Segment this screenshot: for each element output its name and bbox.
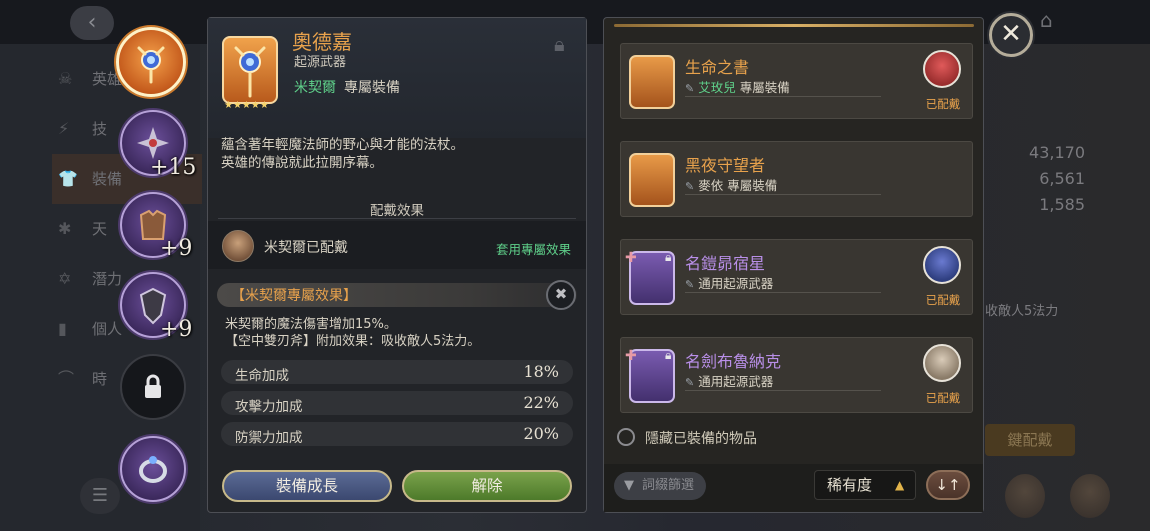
divider <box>614 24 974 27</box>
back-arrow-icon[interactable]: ‹ <box>70 6 114 40</box>
ring-icon <box>139 456 167 483</box>
list-item[interactable]: 生命之書 ✎ 艾玫兒 專屬裝備 已配戴 <box>620 43 973 119</box>
stat-row: 生命加成 18% <box>221 360 573 384</box>
weapon-tag-icon: ✎ <box>685 180 695 193</box>
hero-avatar <box>923 50 961 88</box>
effect-section-title: 配戴效果 <box>370 203 424 219</box>
exclusive-effect-title: 【米契爾專屬效果】 <box>231 288 357 304</box>
affix-filter-button[interactable]: ▼ 詞綴篩選 <box>614 472 706 500</box>
home-icon[interactable]: ⌂ <box>1040 8 1053 32</box>
unequip-button[interactable]: 解除 <box>402 470 572 502</box>
item-owner: 米契爾 <box>294 80 336 96</box>
background-effect-text: 收敵人5法力 <box>985 304 1059 319</box>
slot-level: +15 <box>150 155 197 180</box>
slot-level: +9 <box>160 317 193 342</box>
hero-avatar[interactable] <box>1070 474 1110 518</box>
divider <box>218 218 576 219</box>
close-icon: ✕ <box>1000 19 1022 49</box>
list-icon[interactable]: ☰ <box>80 478 120 514</box>
item-icon <box>222 36 278 104</box>
exclusive-effect-bar: 【米契爾專屬效果】 <box>217 283 577 307</box>
crosshair-icon: ✚ <box>625 250 637 266</box>
list-item[interactable]: 黑夜守望者 ✎ 麥依 專屬裝備 <box>620 141 973 217</box>
apply-exclusive-link[interactable]: 套用專屬效果 <box>496 239 571 258</box>
hero-avatar <box>222 230 254 262</box>
hanger-icon: ⌒ <box>58 369 75 388</box>
weapon-tag-icon: ✎ <box>685 82 695 95</box>
shirt-icon: 👕 <box>58 169 78 188</box>
staff-slot[interactable] <box>116 27 186 97</box>
hero-avatar <box>923 246 961 284</box>
sort-order-button[interactable]: ↓↑ <box>926 470 970 500</box>
divider <box>685 390 881 391</box>
item-type: 起源武器 <box>294 55 347 70</box>
exclusive-effect-desc: 米契爾的魔法傷害增加15%。 【空中雙刃斧】附加效果：吸收敵人5法力。 <box>225 317 481 349</box>
lock-icon[interactable]: 🔒︎ <box>554 32 565 56</box>
locked-slot[interactable] <box>120 354 186 420</box>
stat-row: 攻擊力加成 22% <box>221 391 573 415</box>
staff-icon <box>137 46 165 84</box>
item-description: 蘊含著年輕魔法師的野心與才能的法杖。 英雄的傳說就此拉開序幕。 <box>221 137 464 171</box>
stat-row: 防禦力加成 20% <box>221 422 573 446</box>
staff-icon <box>234 46 266 98</box>
equipment-growth-button[interactable]: 裝備成長 <box>222 470 392 502</box>
item-header: ★★★★★ 奧德嘉 起源武器 米契爾 專屬裝備 🔒︎ <box>208 18 586 138</box>
scythe-icon <box>629 153 675 207</box>
lock-icon: 🔒︎ <box>665 348 672 362</box>
lock-icon <box>145 374 161 398</box>
slot-level: +9 <box>160 236 193 261</box>
radio-button[interactable] <box>617 428 635 446</box>
hero-avatar[interactable] <box>1005 474 1045 518</box>
equipped-text: 米契爾已配戴 <box>264 240 348 256</box>
equipment-list-panel: 生命之書 ✎ 艾玫兒 專屬裝備 已配戴 黑夜守望者 ✎ 麥依 專屬裝備 ✚ 🔒︎ 名… <box>603 17 984 513</box>
hide-equipped-label: 隱藏已裝備的物品 <box>645 431 757 447</box>
list-toolbar: ▼ 詞綴篩選 稀有度 ▲ ↓↑ <box>604 464 983 512</box>
book-icon: ▮ <box>58 319 67 338</box>
skull-icon: ☠ <box>58 69 73 88</box>
equipped-label: 已配戴 <box>925 97 961 111</box>
equipped-label: 已配戴 <box>925 391 961 405</box>
rarity-stars: ★★★★★ <box>224 100 269 111</box>
star-icon: ✱ <box>58 219 72 238</box>
equipped-row: 米契爾已配戴 套用專屬效果 <box>208 221 586 269</box>
lock-icon: 🔒︎ <box>665 250 672 264</box>
divider <box>685 96 881 97</box>
list-item[interactable]: ✚ 🔒︎ 名劍布魯納克 ✎ 通用起源武器 已配戴 <box>620 337 973 413</box>
ring-slot[interactable] <box>120 436 186 502</box>
crosshair-icon: ✚ <box>625 348 637 364</box>
filter-icon: ▼ <box>624 478 634 493</box>
chevron-up-icon: ▲ <box>895 478 905 492</box>
divider <box>685 292 881 293</box>
item-detail-panel: ★★★★★ 奧德嘉 起源武器 米契爾 專屬裝備 🔒︎ 蘊含著年輕魔法師的野心與才… <box>207 17 587 513</box>
equipped-label: 已配戴 <box>925 293 961 307</box>
weapon-tag-icon: ✎ <box>685 376 695 389</box>
item-owner-suffix: 專屬裝備 <box>344 80 400 96</box>
list-item[interactable]: ✚ 🔒︎ 名鎧昴宿星 ✎ 通用起源武器 已配戴 <box>620 239 973 315</box>
book-icon <box>629 55 675 109</box>
close-button[interactable]: ✕ <box>989 13 1033 57</box>
hero-stats: 43,170 6,561 1,585 <box>1029 143 1085 214</box>
bolt-icon: ⚡ <box>58 119 70 138</box>
auto-equip-button[interactable]: 鍵配戴 <box>985 424 1075 456</box>
weapon-tag-icon: ✎ <box>685 278 695 291</box>
sort-select[interactable]: 稀有度 ▲ <box>814 470 916 500</box>
hero-avatar <box>923 344 961 382</box>
expand-effect-button[interactable]: ✖ <box>546 280 576 310</box>
divider <box>685 194 881 195</box>
hexagram-icon: ✡ <box>58 269 72 288</box>
